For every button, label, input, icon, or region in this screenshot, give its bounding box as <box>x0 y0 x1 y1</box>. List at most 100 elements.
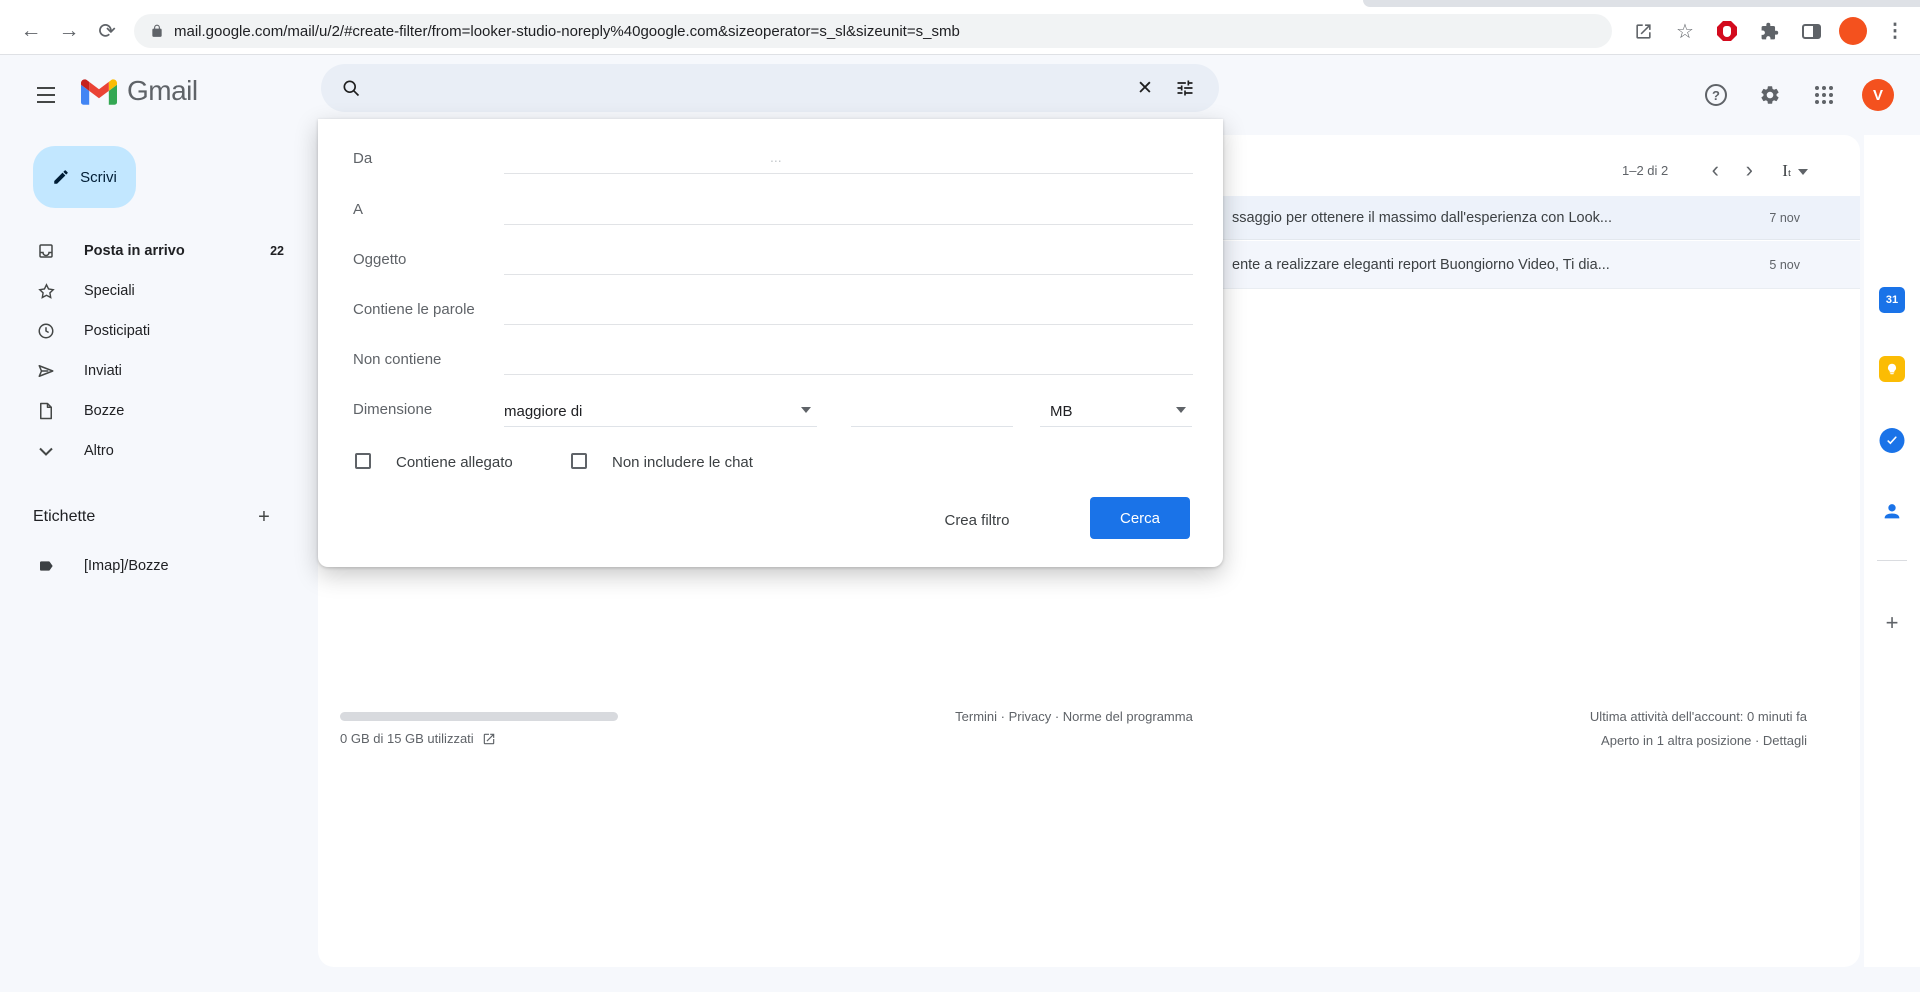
field-label-has-words: Contiene le parole <box>353 301 475 318</box>
from-value-hint: ... <box>770 149 782 165</box>
labels-header: Etichette + <box>33 503 278 531</box>
size-operator-value: maggiore di <box>504 403 582 420</box>
sidebar-item-label: Altro <box>84 443 114 459</box>
star-icon <box>36 282 56 301</box>
panel-divider <box>1877 560 1907 561</box>
tasks-icon[interactable] <box>1880 428 1905 453</box>
get-addons-plus-icon[interactable]: + <box>1877 608 1907 638</box>
field-label-doesnt-have: Non contiene <box>353 351 441 368</box>
pagination-count: 1–2 di 2 <box>1622 163 1668 178</box>
sidebar-item-drafts[interactable]: Bozze <box>8 391 308 431</box>
document-icon <box>36 402 56 420</box>
close-search-icon[interactable]: ✕ <box>1125 68 1165 108</box>
create-label-plus-icon[interactable]: + <box>250 503 278 531</box>
extensions-puzzle-icon[interactable] <box>1750 12 1788 50</box>
has-attachment-checkbox[interactable] <box>355 453 371 469</box>
input-tools-dropdown-arrow-icon <box>1798 169 1808 175</box>
field-label-to: A <box>353 201 363 218</box>
field-label-subject: Oggetto <box>353 251 406 268</box>
gmail-logo[interactable]: Gmail <box>80 75 198 107</box>
legal-links[interactable]: Termini · Privacy · Norme del programma <box>918 709 1230 724</box>
google-apps-grid-icon[interactable] <box>1804 75 1844 115</box>
calendar-icon[interactable]: 31 <box>1879 287 1905 313</box>
input-tools-selector[interactable]: It <box>1782 162 1808 179</box>
header-actions: ? V <box>1696 75 1898 115</box>
address-bar[interactable]: mail.google.com/mail/u/2/#create-filter/… <box>134 14 1612 48</box>
compose-button[interactable]: Scrivi <box>33 146 136 208</box>
url-text[interactable]: mail.google.com/mail/u/2/#create-filter/… <box>174 23 960 40</box>
sidebar-item-label: Posticipati <box>84 323 150 339</box>
browser-menu-icon[interactable]: ⋮ <box>1876 12 1914 50</box>
from-field[interactable] <box>504 146 1193 174</box>
sidebar-item-starred[interactable]: Speciali <box>8 271 308 311</box>
search-bar[interactable]: ✕ <box>321 64 1219 112</box>
label-tag-icon <box>36 558 56 574</box>
sidebar-item-label: Posta in arrivo <box>84 243 185 259</box>
create-filter-button[interactable]: Crea filtro <box>924 505 1030 535</box>
create-filter-dialog: Da ... A Oggetto Contiene le parole Non … <box>318 119 1223 567</box>
browser-profile-avatar[interactable] <box>1834 12 1872 50</box>
keep-icon[interactable] <box>1879 356 1905 382</box>
browser-toolbar: ← → ⟳ mail.google.com/mail/u/2/#create-f… <box>0 7 1920 55</box>
help-icon[interactable]: ? <box>1696 75 1736 115</box>
older-page-chevron-icon[interactable]: › <box>1732 156 1766 184</box>
avatar-letter: V <box>1862 79 1894 111</box>
field-label-size: Dimensione <box>353 401 432 418</box>
contacts-icon[interactable] <box>1879 498 1905 524</box>
field-label-from: Da <box>353 150 372 167</box>
external-link-icon[interactable] <box>482 732 496 746</box>
search-button[interactable]: Cerca <box>1090 497 1190 539</box>
adblocker-icon[interactable] <box>1708 12 1746 50</box>
list-toolbar-pagination: 1–2 di 2 ‹ › It <box>1622 156 1808 184</box>
account-location-text[interactable]: Aperto in 1 altra posizione · Dettagli <box>1601 733 1807 748</box>
email-date: 5 nov <box>1769 258 1800 272</box>
newer-page-chevron-icon[interactable]: ‹ <box>1698 156 1732 184</box>
exclude-chats-label: Non includere le chat <box>612 454 753 471</box>
size-unit-dropdown[interactable]: MB <box>1040 397 1192 427</box>
size-operator-dropdown[interactable]: maggiore di <box>504 397 817 427</box>
search-options-tune-icon[interactable] <box>1165 68 1205 108</box>
subject-field[interactable] <box>504 247 1193 275</box>
has-words-field[interactable] <box>504 297 1193 325</box>
bookmark-star-icon[interactable]: ☆ <box>1666 12 1704 50</box>
to-field[interactable] <box>504 197 1193 225</box>
side-panel-icon[interactable] <box>1792 12 1830 50</box>
sidebar-item-more[interactable]: Altro <box>8 431 308 471</box>
search-input[interactable] <box>371 68 1125 108</box>
back-icon[interactable]: ← <box>12 12 50 50</box>
storage-progress-bar <box>340 712 618 721</box>
settings-gear-icon[interactable] <box>1750 75 1790 115</box>
size-value-field[interactable] <box>851 397 1013 427</box>
email-date: 7 nov <box>1769 211 1800 225</box>
size-unit-arrow-icon <box>1176 407 1186 413</box>
sidebar-item-label: Speciali <box>84 283 135 299</box>
account-activity-text: Ultima attività dell'account: 0 minuti f… <box>1590 709 1807 724</box>
sidebar-item-snoozed[interactable]: Posticipati <box>8 311 308 351</box>
has-attachment-label: Contiene allegato <box>396 454 513 471</box>
send-icon <box>36 362 56 380</box>
sidebar-item-inbox[interactable]: Posta in arrivo 22 <box>8 231 308 271</box>
share-icon[interactable] <box>1624 12 1662 50</box>
chevron-down-icon <box>36 447 56 456</box>
storage-text: 0 GB di 15 GB utilizzati <box>340 731 474 746</box>
forward-icon[interactable]: → <box>50 12 88 50</box>
adblocker-badge <box>1717 21 1737 41</box>
account-avatar[interactable]: V <box>1858 75 1898 115</box>
doesnt-have-field[interactable] <box>504 347 1193 375</box>
refresh-icon[interactable]: ⟳ <box>88 12 126 50</box>
gmail-m-icon <box>80 76 118 106</box>
exclude-chats-checkbox[interactable] <box>571 453 587 469</box>
sidebar-item-label: Bozze <box>84 403 124 419</box>
email-snippet: ente a realizzare eleganti report Buongi… <box>1232 257 1610 273</box>
gmail-wordmark: Gmail <box>127 75 198 107</box>
sidebar-item-sent[interactable]: Inviati <box>8 351 308 391</box>
size-operator-arrow-icon <box>801 407 811 413</box>
main-menu-icon[interactable] <box>26 75 66 115</box>
sidebar-label-imap-bozze[interactable]: [Imap]/Bozze <box>8 546 308 586</box>
inbox-count: 22 <box>270 244 284 258</box>
inbox-icon <box>36 242 56 260</box>
compose-label: Scrivi <box>80 169 117 186</box>
storage-info: 0 GB di 15 GB utilizzati <box>340 731 496 746</box>
search-icon[interactable] <box>331 68 371 108</box>
email-snippet: ssaggio per ottenere il massimo dall'esp… <box>1232 210 1612 226</box>
